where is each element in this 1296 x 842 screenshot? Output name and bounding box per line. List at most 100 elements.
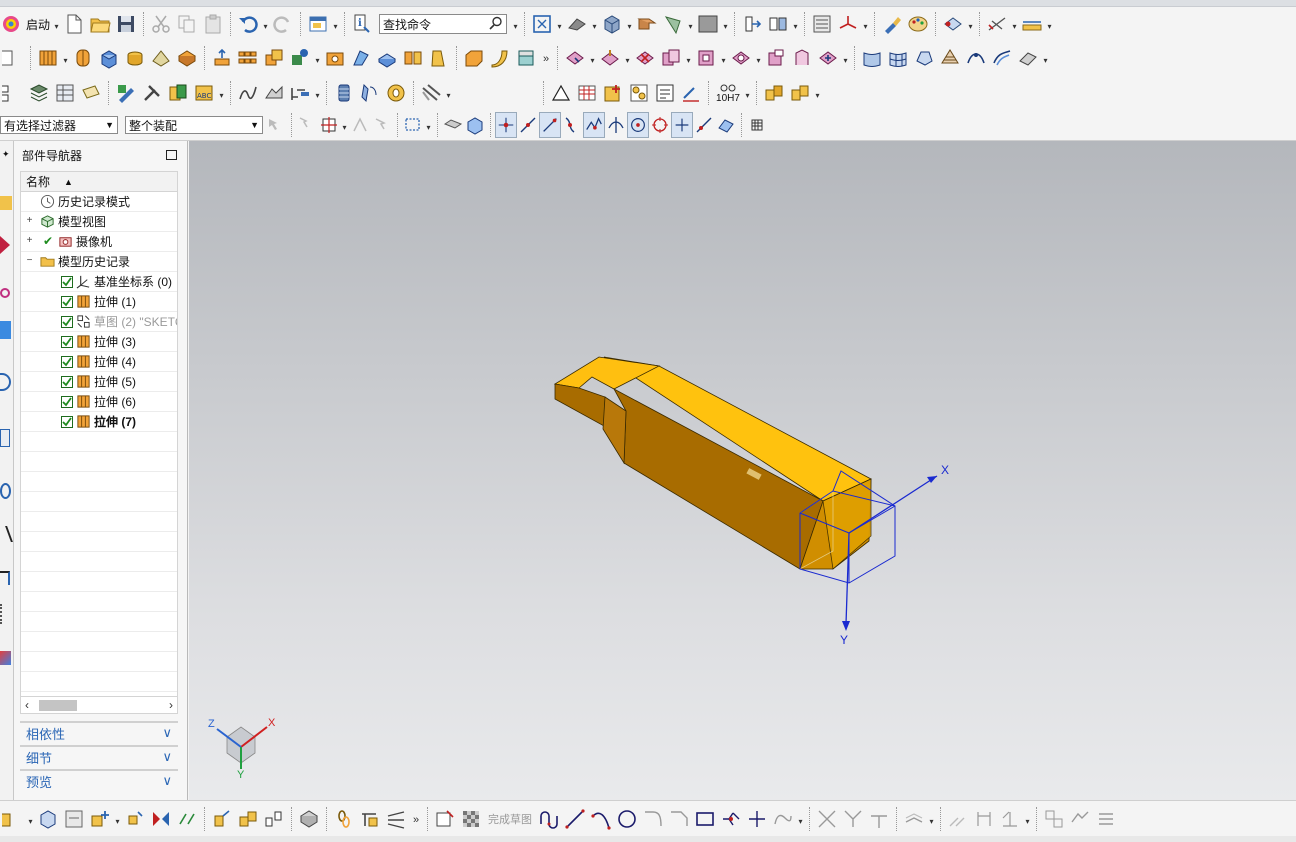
hole-icon[interactable] bbox=[322, 45, 348, 71]
palette-icon[interactable] bbox=[905, 11, 931, 37]
add-view-icon[interactable] bbox=[600, 80, 626, 106]
snap-view-icon[interactable] bbox=[940, 11, 966, 37]
process-studio-tab-icon[interactable] bbox=[0, 526, 13, 542]
expand-icon[interactable]: + bbox=[25, 216, 34, 226]
table-note-icon[interactable] bbox=[574, 80, 600, 106]
overflow-bottom-indicator[interactable]: » bbox=[409, 806, 423, 832]
draft-icon[interactable] bbox=[426, 45, 452, 71]
select-add-icon[interactable] bbox=[296, 112, 318, 138]
surface-mesh-icon[interactable] bbox=[937, 45, 963, 71]
snap-tangent-icon[interactable] bbox=[605, 112, 627, 138]
model-view[interactable]: X Y X Z Y bbox=[189, 141, 1296, 801]
rapid-dimension-sketch-icon[interactable] bbox=[971, 806, 997, 832]
geometric-constraint-icon[interactable] bbox=[945, 806, 971, 832]
brush-icon[interactable] bbox=[879, 11, 905, 37]
surface-tool-icon[interactable] bbox=[261, 80, 287, 106]
bearing-icon[interactable] bbox=[383, 80, 409, 106]
gear-modeling-icon[interactable] bbox=[418, 80, 444, 106]
analysis-tool-icon[interactable] bbox=[287, 80, 313, 106]
collapse-icon[interactable]: − bbox=[25, 256, 34, 266]
edit-section-icon[interactable] bbox=[634, 11, 660, 37]
text-feature-icon[interactable]: ABC bbox=[191, 80, 217, 106]
revolve-icon[interactable] bbox=[70, 45, 96, 71]
snap-endpoint-icon[interactable] bbox=[495, 112, 517, 138]
snap-dropdown-icon[interactable]: ▾ bbox=[966, 11, 975, 37]
snap-on-curve-icon[interactable] bbox=[693, 112, 715, 138]
arc-icon[interactable] bbox=[588, 806, 614, 832]
component-dropdown-icon[interactable]: ▾ bbox=[26, 806, 35, 832]
move-component-bottom-icon[interactable] bbox=[209, 806, 235, 832]
part-tip-top-face[interactable] bbox=[553, 356, 661, 390]
panel-details[interactable]: 细节 ∨ bbox=[20, 745, 178, 767]
snap-arc-center-icon[interactable] bbox=[583, 112, 605, 138]
window-dropdown-icon[interactable]: ▾ bbox=[331, 11, 340, 37]
view-triad[interactable] bbox=[216, 726, 268, 769]
search-icon[interactable] bbox=[489, 16, 503, 33]
add-component-icon[interactable] bbox=[787, 80, 813, 106]
interference-icon[interactable] bbox=[383, 806, 409, 832]
add-existing-icon[interactable] bbox=[87, 806, 113, 832]
resize-dropdown-icon[interactable]: ▾ bbox=[754, 45, 763, 71]
reorder-blends-icon[interactable] bbox=[789, 45, 815, 71]
line-icon[interactable] bbox=[562, 806, 588, 832]
scroll-left-icon[interactable]: ‹ bbox=[25, 698, 29, 712]
web-browser-tab-icon[interactable] bbox=[0, 373, 11, 391]
visibility-checkbox[interactable] bbox=[61, 275, 73, 288]
unite-icon[interactable] bbox=[261, 45, 287, 71]
extrude-tool-icon[interactable] bbox=[35, 45, 61, 71]
pattern-feature-icon[interactable] bbox=[235, 45, 261, 71]
tree-row[interactable]: 拉伸 (3) bbox=[21, 332, 177, 352]
perpendicular-constraint-icon[interactable] bbox=[997, 806, 1023, 832]
tree-row[interactable]: 历史记录模式 bbox=[21, 192, 177, 212]
section-surface-icon[interactable] bbox=[963, 45, 989, 71]
tree-row[interactable]: + ✔ 摄像机 bbox=[21, 232, 177, 252]
tree-row[interactable]: 拉伸 (4) bbox=[21, 352, 177, 372]
extension-sheet-icon[interactable] bbox=[989, 45, 1015, 71]
expand-icon[interactable]: + bbox=[25, 236, 34, 246]
offset-curve-icon[interactable] bbox=[901, 806, 927, 832]
information-icon[interactable]: i bbox=[349, 11, 375, 37]
assembly-navigator-tab-icon[interactable] bbox=[0, 196, 12, 210]
chamfer-sketch-icon[interactable] bbox=[666, 806, 692, 832]
component-icon[interactable] bbox=[0, 806, 26, 832]
constraint-navigator-tab-icon[interactable] bbox=[0, 288, 10, 298]
assembly-icon[interactable] bbox=[35, 806, 61, 832]
system-scenes-tab-icon[interactable] bbox=[0, 651, 11, 665]
dimension-dropdown-icon[interactable]: ▾ bbox=[1010, 11, 1019, 37]
show-hide-icon[interactable] bbox=[442, 112, 464, 138]
orient-dropdown-icon[interactable]: ▾ bbox=[590, 11, 599, 37]
new-component-icon[interactable] bbox=[122, 806, 148, 832]
pull-face-dropdown-icon[interactable]: ▾ bbox=[623, 45, 632, 71]
move-face-dropdown-icon[interactable]: ▾ bbox=[588, 45, 597, 71]
reuse-library-tab-icon[interactable] bbox=[0, 321, 11, 339]
quick-pick-icon[interactable] bbox=[746, 112, 768, 138]
redo-icon[interactable] bbox=[270, 11, 296, 37]
panel-dependencies[interactable]: 相依性 ∨ bbox=[20, 721, 178, 743]
offset-region-dropdown-icon[interactable]: ▾ bbox=[719, 45, 728, 71]
spline-dropdown-icon[interactable]: ▾ bbox=[796, 806, 805, 832]
command-search-input[interactable]: 查找命令 bbox=[379, 14, 508, 34]
general-selection-icon[interactable] bbox=[263, 112, 287, 138]
graphics-window[interactable]: X Y X Z Y bbox=[189, 141, 1296, 801]
layers-icon[interactable] bbox=[26, 80, 52, 106]
visibility-checkbox[interactable] bbox=[61, 355, 73, 368]
part-notch-face[interactable] bbox=[602, 396, 627, 465]
trim-body-icon[interactable] bbox=[348, 45, 374, 71]
copy-icon[interactable] bbox=[174, 11, 200, 37]
quick-trim-icon[interactable] bbox=[814, 806, 840, 832]
finish-sketch-flag-icon[interactable] bbox=[458, 806, 484, 832]
dimension-icon[interactable] bbox=[984, 11, 1010, 37]
tree-row[interactable]: 草图 (2) "SKETC bbox=[21, 312, 177, 332]
replace-face-icon[interactable] bbox=[513, 45, 539, 71]
wcs-dropdown-icon[interactable]: ▾ bbox=[861, 11, 870, 37]
studio-spline-icon[interactable] bbox=[770, 806, 796, 832]
reposition-icon[interactable] bbox=[235, 806, 261, 832]
clipping-dropdown-icon[interactable]: ▾ bbox=[686, 11, 695, 37]
chamfer-icon[interactable] bbox=[461, 45, 487, 71]
snap-existing-point-icon[interactable] bbox=[671, 112, 693, 138]
sweep-icon[interactable] bbox=[487, 45, 513, 71]
orient-view-icon[interactable] bbox=[564, 11, 590, 37]
invert-show-icon[interactable] bbox=[464, 112, 486, 138]
snap-point-icon[interactable] bbox=[318, 112, 340, 138]
snap-center-icon[interactable] bbox=[627, 112, 649, 138]
